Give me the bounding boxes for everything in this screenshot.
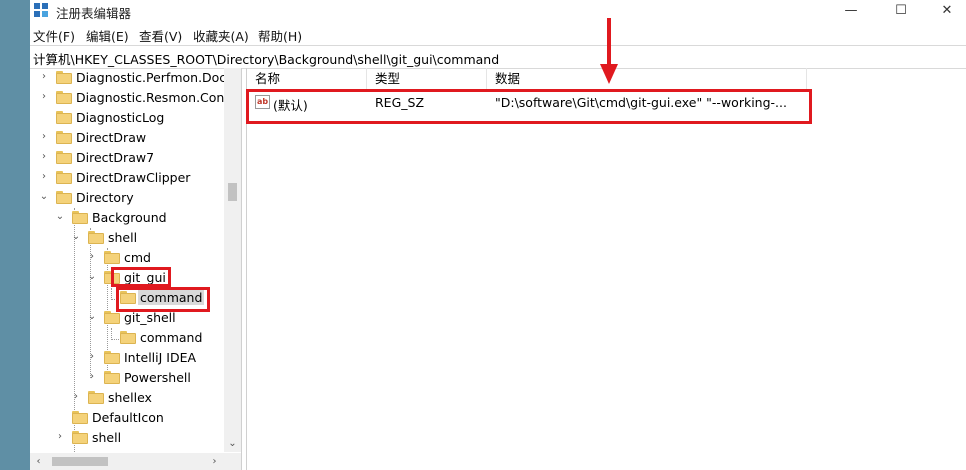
maximize-button[interactable]: ☐ [878,0,924,22]
expander-icon[interactable]: ⌄ [86,271,98,283]
tree-item-label: shellex [108,390,152,405]
tree-item-label: cmd [124,250,151,265]
tree-item-label: git_shell [124,310,176,325]
menu-bar: 文件(F) 编辑(E) 查看(V) 收藏夹(A) 帮助(H) [30,23,966,45]
folder-icon [104,371,120,384]
highlight-box-command [116,287,210,312]
tree-item-label: Diagnostic.Perfmon.Docu [76,70,235,85]
tree-item-label: DefaultIcon [92,410,164,425]
chevron-down-icon[interactable]: ⌄ [224,435,241,452]
column-header-data[interactable]: 数据 [487,68,807,89]
expander-icon[interactable]: ⌄ [70,231,82,243]
folder-icon [56,111,72,124]
tree-item-label: DirectDrawClipper [76,170,191,185]
expander-icon[interactable]: › [70,391,82,403]
tree-horizontal-scrollbar[interactable]: ‹ › [30,453,241,470]
expander-icon[interactable]: › [86,251,98,263]
values-list: 名称 类型 数据 ab (默认) REG_SZ "D:\software\Git… [246,68,966,470]
column-header-type[interactable]: 类型 [367,68,487,89]
folder-icon [88,391,104,404]
tree-item-label: Background [92,210,167,225]
folder-icon [104,351,120,364]
folder-icon [104,251,120,264]
menu-file[interactable]: 文件(F) [33,26,75,45]
window-title: 注册表编辑器 [56,6,132,21]
tree-item-powershell[interactable]: › Powershell [30,368,230,388]
column-header-name[interactable]: 名称 [247,68,367,89]
tree-item-cmd[interactable]: › cmd [30,248,230,268]
expander-icon[interactable]: › [38,91,50,103]
menu-help[interactable]: 帮助(H) [258,26,302,45]
tree-item-directory[interactable]: ⌄ Directory [30,188,230,208]
red-arrow-icon [600,64,618,84]
tree-item-label: shell [92,430,122,445]
tree-item[interactable]: DiagnosticLog [30,108,230,128]
menu-edit[interactable]: 编辑(E) [86,26,129,45]
tree-item-intellij[interactable]: › IntelliJ IDEA [30,348,230,368]
folder-icon [72,431,88,444]
expander-icon[interactable]: ⌄ [54,211,66,223]
tree-item-shellex[interactable]: › shellex [30,388,230,408]
tree-item-label: Powershell [124,370,191,385]
tree-item-label: Diagnostic.Resmon.Config [76,90,241,105]
expander-icon[interactable]: ⌄ [86,311,98,323]
folder-icon [56,91,72,104]
tree-item[interactable]: › Diagnostic.Resmon.Config [30,88,240,108]
tree-item[interactable]: › DirectDraw [30,128,230,148]
expander-icon[interactable]: › [38,171,50,183]
minimize-button[interactable]: — [828,0,874,22]
highlight-box-value-row [246,89,812,124]
menu-view[interactable]: 查看(V) [139,26,182,45]
tree-item-label: command [140,330,203,345]
regedit-app-icon [34,3,48,17]
folder-icon [56,171,72,184]
tree-item-label: DirectDraw7 [76,150,155,165]
folder-icon [88,231,104,244]
folder-icon [56,191,72,204]
title-bar: 注册表编辑器 — ☐ ✕ [30,0,966,22]
folder-icon [56,71,72,84]
folder-icon [72,211,88,224]
expander-icon[interactable]: › [38,131,50,143]
tree-item[interactable]: › Diagnostic.Perfmon.Docu [30,68,234,88]
chevron-left-icon[interactable]: ‹ [30,453,47,470]
tree-item[interactable]: › DirectDrawClipper [30,168,230,188]
tree-item-label: DiagnosticLog [76,110,165,125]
folder-icon [56,131,72,144]
address-path: 计算机\HKEY_CLASSES_ROOT\Directory\Backgrou… [33,52,500,67]
tree-item-label: IntelliJ IDEA [124,350,197,365]
tree-item-background[interactable]: ⌄ Background [30,208,230,228]
tree-item-label: Directory [76,190,134,205]
desktop-background-strip [0,0,30,470]
red-arrow-shaft [607,18,611,68]
tree-item-defaulticon[interactable]: DefaultIcon [30,408,230,428]
tree-item-label: shell [108,230,138,245]
tree-item[interactable]: › DirectDraw7 [30,148,230,168]
expander-icon[interactable]: › [86,371,98,383]
address-bar[interactable]: 计算机\HKEY_CLASSES_ROOT\Directory\Backgrou… [30,45,966,69]
scrollbar-thumb[interactable] [228,183,237,201]
menu-favorites[interactable]: 收藏夹(A) [193,26,249,45]
expander-icon[interactable]: › [54,431,66,443]
expander-icon[interactable]: › [86,351,98,363]
highlight-box-git-gui [111,267,171,287]
tree-vertical-scrollbar[interactable]: ⌄ [224,68,241,452]
expander-icon[interactable]: › [38,71,50,83]
folder-icon [72,411,88,424]
chevron-right-icon[interactable]: › [206,453,223,470]
expander-icon[interactable]: ⌄ [38,191,50,203]
expander-icon [38,111,50,123]
folder-icon [120,331,136,344]
folder-icon [104,311,120,324]
tree-item-git-shell-command[interactable]: command [30,328,230,348]
registry-editor-window: 注册表编辑器 — ☐ ✕ 文件(F) 编辑(E) 查看(V) 收藏夹(A) 帮助… [30,0,966,470]
close-button[interactable]: ✕ [924,0,966,22]
tree-item-label: DirectDraw [76,130,147,145]
scrollbar-thumb[interactable] [52,457,108,466]
folder-icon [56,151,72,164]
tree-item-shell-2[interactable]: › shell [30,428,230,448]
expander-icon[interactable]: › [38,151,50,163]
tree-item-shell[interactable]: ⌄ shell [30,228,230,248]
